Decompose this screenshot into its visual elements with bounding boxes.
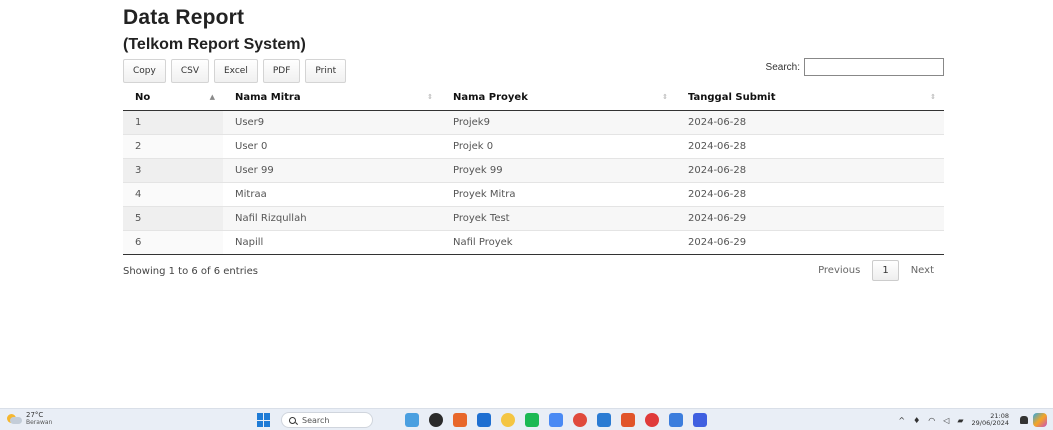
cell-nama-mitra: User 0 <box>223 134 441 159</box>
cell-tanggal-submit: 2024-06-28 <box>676 182 944 207</box>
cell-nama-proyek: Nafil Proyek <box>441 230 676 255</box>
chevron-up-icon[interactable]: ^ <box>898 416 905 425</box>
column-header-tanggal-submit[interactable]: Tanggal Submit ⇕ <box>676 86 944 111</box>
report-page: Data Report (Telkom Report System) Copy … <box>0 0 1053 408</box>
table-header-row: No ▲ Nama Mitra ⇕ Nama Proyek ⇕ Tanggal Sub… <box>123 86 944 111</box>
taskbar-search-label: Search <box>302 415 330 425</box>
taskbar-search[interactable]: Search <box>281 412 373 428</box>
next-page-button[interactable]: Next <box>901 261 944 280</box>
search-input[interactable] <box>804 58 944 76</box>
page-title: Data Report <box>123 6 245 29</box>
cell-tanggal-submit: 2024-06-28 <box>676 110 944 135</box>
cell-tanggal-submit: 2024-06-29 <box>676 230 944 255</box>
sort-icon: ⇕ <box>427 93 433 101</box>
table-row: 4 Mitraa Proyek Mitra 2024-06-28 <box>123 182 944 207</box>
cell-tanggal-submit: 2024-06-28 <box>676 134 944 159</box>
table-row: 5 Nafil Rizqullah Proyek Test 2024-06-29 <box>123 206 944 231</box>
wifi-icon[interactable]: ◠ <box>928 416 935 425</box>
copy-button[interactable]: Copy <box>123 59 166 83</box>
battery-icon[interactable]: ▰ <box>957 416 963 425</box>
cell-nama-proyek: Proyek Mitra <box>441 182 676 207</box>
cell-no: 4 <box>123 182 223 207</box>
table-info: Showing 1 to 6 of 6 entries <box>123 266 258 277</box>
cell-nama-mitra: Napill <box>223 230 441 255</box>
system-tray: ^ ♦ ◠ ◁ ▰ 21:08 29/06/2024 <box>894 409 1053 430</box>
cell-no: 1 <box>123 110 223 135</box>
cell-nama-proyek: Projek9 <box>441 110 676 135</box>
table-row: 2 User 0 Projek 0 2024-06-28 <box>123 134 944 159</box>
search-label: Search: <box>765 61 800 73</box>
chrome-dev-icon[interactable] <box>669 413 683 427</box>
cell-tanggal-submit: 2024-06-29 <box>676 206 944 231</box>
windows-start-icon[interactable] <box>257 413 271 427</box>
column-header-nama-mitra[interactable]: Nama Mitra ⇕ <box>223 86 441 111</box>
chrome-profile-icon[interactable] <box>573 413 587 427</box>
outlook-icon[interactable] <box>621 413 635 427</box>
taskbar: 27°C Berawan Search ^ ♦ ◠ ◁ ▰ 21:08 29/0… <box>0 408 1053 430</box>
opera-icon[interactable] <box>645 413 659 427</box>
export-button-group: Copy CSV Excel PDF Print <box>123 59 351 83</box>
excel-button[interactable]: Excel <box>214 59 258 83</box>
cell-nama-mitra: User 99 <box>223 158 441 183</box>
photos-app-icon[interactable] <box>405 413 419 427</box>
vscode-icon[interactable] <box>597 413 611 427</box>
csv-button[interactable]: CSV <box>170 59 209 83</box>
app-blue-icon[interactable] <box>693 413 707 427</box>
clock[interactable]: 21:08 29/06/2024 <box>972 413 1009 427</box>
mic-icon[interactable]: ♦ <box>913 416 920 425</box>
chrome-icon[interactable] <box>549 413 563 427</box>
office-app-icon[interactable] <box>453 413 467 427</box>
table-row: 1 User9 Projek9 2024-06-28 <box>123 110 944 135</box>
clock-date: 29/06/2024 <box>971 419 1009 427</box>
column-header-no[interactable]: No ▲ <box>123 86 223 111</box>
cell-nama-mitra: Nafil Rizqullah <box>223 206 441 231</box>
weather-widget[interactable]: 27°C Berawan <box>6 412 52 426</box>
cell-nama-proyek: Proyek 99 <box>441 158 676 183</box>
sort-asc-icon: ▲ <box>209 93 215 101</box>
table-row: 3 User 99 Proyek 99 2024-06-28 <box>123 158 944 183</box>
weather-condition: Berawan <box>26 419 53 426</box>
page-1-button[interactable]: 1 <box>872 260 899 281</box>
column-header-nama-proyek[interactable]: Nama Proyek ⇕ <box>441 86 676 111</box>
cell-no: 5 <box>123 206 223 231</box>
data-table: No ▲ Nama Mitra ⇕ Nama Proyek ⇕ Tanggal Sub… <box>123 86 944 255</box>
volume-icon[interactable]: ◁ <box>943 416 949 425</box>
weather-temperature: 27°C <box>26 411 44 419</box>
weather-cloudy-icon <box>6 413 22 425</box>
cell-nama-mitra: Mitraa <box>223 182 441 207</box>
cell-no: 2 <box>123 134 223 159</box>
sort-icon: ⇕ <box>930 93 936 101</box>
copilot-icon[interactable] <box>1033 413 1047 427</box>
print-button[interactable]: Print <box>305 59 347 83</box>
pagination: Previous 1 Next <box>808 260 944 281</box>
page-subtitle: (Telkom Report System) <box>123 36 306 53</box>
notification-bell-icon[interactable] <box>1020 416 1028 424</box>
table-search: Search: <box>766 58 944 76</box>
previous-page-button[interactable]: Previous <box>808 261 870 280</box>
table-row: 6 Napill Nafil Proyek 2024-06-29 <box>123 230 944 255</box>
cell-tanggal-submit: 2024-06-28 <box>676 158 944 183</box>
cell-no: 6 <box>123 230 223 255</box>
file-explorer-icon[interactable] <box>501 413 515 427</box>
cell-nama-proyek: Projek 0 <box>441 134 676 159</box>
store-app-icon[interactable] <box>477 413 491 427</box>
cell-nama-mitra: User9 <box>223 110 441 135</box>
pdf-button[interactable]: PDF <box>262 59 301 83</box>
cell-no: 3 <box>123 158 223 183</box>
terminal-app-icon[interactable] <box>429 413 443 427</box>
cell-nama-proyek: Proyek Test <box>441 206 676 231</box>
sort-icon: ⇕ <box>662 93 668 101</box>
spotify-icon[interactable] <box>525 413 539 427</box>
search-icon <box>289 416 296 424</box>
